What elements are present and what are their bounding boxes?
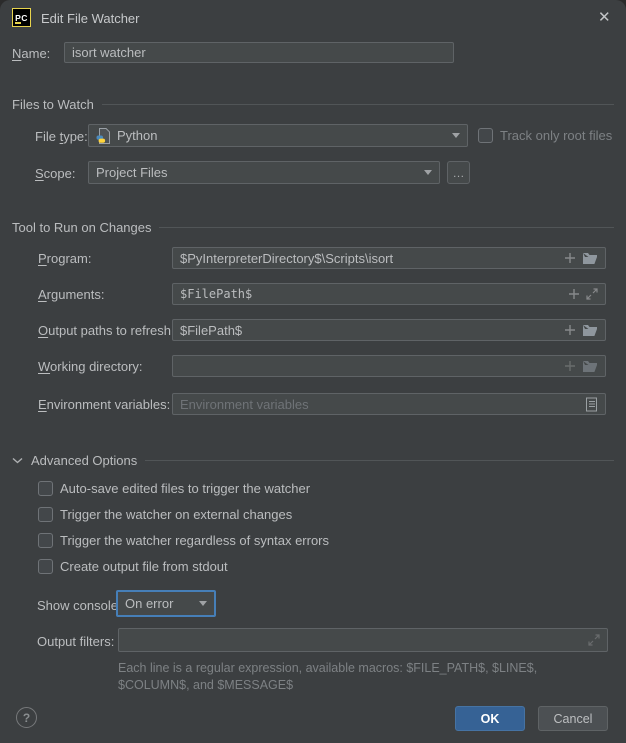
chevron-down-icon — [452, 133, 460, 138]
scope-value: Project Files — [96, 165, 418, 180]
insert-macro-icon[interactable] — [564, 324, 576, 336]
scope-combobox[interactable]: Project Files — [88, 161, 440, 184]
stdout-output-checkbox[interactable]: Create output file from stdout — [38, 559, 228, 574]
expand-icon[interactable] — [586, 288, 598, 300]
insert-macro-icon[interactable] — [568, 288, 580, 300]
checkbox-icon[interactable] — [478, 128, 493, 143]
section-divider — [102, 104, 614, 105]
browse-folder-icon[interactable] — [582, 252, 598, 265]
file-type-label: File type: — [35, 129, 88, 144]
help-button[interactable]: ? — [16, 707, 37, 728]
arguments-input[interactable]: $FilePath$ — [172, 283, 606, 305]
edit-file-watcher-dialog: PC Edit File Watcher ✕ Name: isort watch… — [0, 0, 626, 743]
advanced-options-title: Advanced Options — [31, 453, 137, 468]
tool-section-header: Tool to Run on Changes — [12, 220, 614, 235]
insert-macro-icon[interactable] — [564, 252, 576, 264]
files-to-watch-title: Files to Watch — [12, 97, 94, 112]
browse-folder-icon[interactable] — [582, 360, 598, 373]
environment-variables-placeholder: Environment variables — [180, 397, 579, 412]
syntax-errors-checkbox[interactable]: Trigger the watcher regardless of syntax… — [38, 533, 329, 548]
program-value: $PyInterpreterDirectory$\Scripts\isort — [180, 251, 558, 266]
file-type-combobox[interactable]: Python — [88, 124, 468, 147]
section-divider — [145, 460, 614, 461]
checkbox-icon[interactable] — [38, 559, 53, 574]
name-value: isort watcher — [72, 45, 446, 60]
working-directory-label: Working directory: — [38, 359, 143, 374]
advanced-options-section-header[interactable]: Advanced Options — [12, 453, 614, 468]
syntax-errors-label: Trigger the watcher regardless of syntax… — [60, 533, 329, 548]
chevron-down-icon — [424, 170, 432, 175]
environment-variables-label: Environment variables: — [38, 397, 170, 412]
output-paths-value: $FilePath$ — [180, 323, 558, 338]
python-file-icon — [96, 128, 111, 144]
section-divider — [159, 227, 614, 228]
stdout-output-label: Create output file from stdout — [60, 559, 228, 574]
browse-list-icon[interactable] — [585, 397, 598, 412]
output-filters-input[interactable] — [118, 628, 608, 652]
pycharm-logo-icon: PC — [12, 8, 31, 27]
external-changes-label: Trigger the watcher on external changes — [60, 507, 292, 522]
auto-save-checkbox[interactable]: Auto-save edited files to trigger the wa… — [38, 481, 310, 496]
insert-macro-icon[interactable] — [564, 360, 576, 372]
show-console-combobox[interactable]: On error — [116, 590, 216, 617]
track-only-root-files-checkbox[interactable]: Track only root files — [478, 128, 612, 143]
external-changes-checkbox[interactable]: Trigger the watcher on external changes — [38, 507, 292, 522]
ok-button[interactable]: OK — [455, 706, 525, 731]
name-input[interactable]: isort watcher — [64, 42, 454, 63]
files-to-watch-section-header: Files to Watch — [12, 97, 614, 112]
working-directory-input[interactable] — [172, 355, 606, 377]
output-filters-label: Output filters: — [37, 634, 114, 649]
arguments-label: Arguments: — [38, 287, 104, 302]
arguments-value: $FilePath$ — [180, 287, 562, 301]
track-only-root-files-label: Track only root files — [500, 128, 612, 143]
program-input[interactable]: $PyInterpreterDirectory$\Scripts\isort — [172, 247, 606, 269]
pycharm-app-icon: PC — [12, 8, 31, 27]
browse-folder-icon[interactable] — [582, 324, 598, 337]
output-paths-label: Output paths to refresh: — [38, 323, 175, 338]
program-label: Program: — [38, 251, 91, 266]
tool-section-title: Tool to Run on Changes — [12, 220, 151, 235]
output-filters-hint: Each line is a regular expression, avail… — [118, 660, 570, 694]
checkbox-icon[interactable] — [38, 507, 53, 522]
checkbox-icon[interactable] — [38, 533, 53, 548]
show-console-label: Show console: — [37, 598, 122, 613]
file-type-value: Python — [117, 128, 446, 143]
name-label: Name: — [12, 46, 50, 61]
chevron-down-icon — [199, 601, 207, 606]
environment-variables-input[interactable]: Environment variables — [172, 393, 606, 415]
checkbox-icon[interactable] — [38, 481, 53, 496]
scope-browse-button[interactable]: … — [447, 161, 470, 184]
window-title: Edit File Watcher — [41, 11, 140, 26]
cancel-button[interactable]: Cancel — [538, 706, 608, 731]
auto-save-label: Auto-save edited files to trigger the wa… — [60, 481, 310, 496]
scope-label: Scope: — [35, 166, 75, 181]
close-icon[interactable]: ✕ — [598, 10, 611, 25]
chevron-down-icon[interactable] — [12, 457, 23, 464]
expand-icon[interactable] — [588, 634, 600, 646]
show-console-value: On error — [125, 596, 193, 611]
output-paths-input[interactable]: $FilePath$ — [172, 319, 606, 341]
